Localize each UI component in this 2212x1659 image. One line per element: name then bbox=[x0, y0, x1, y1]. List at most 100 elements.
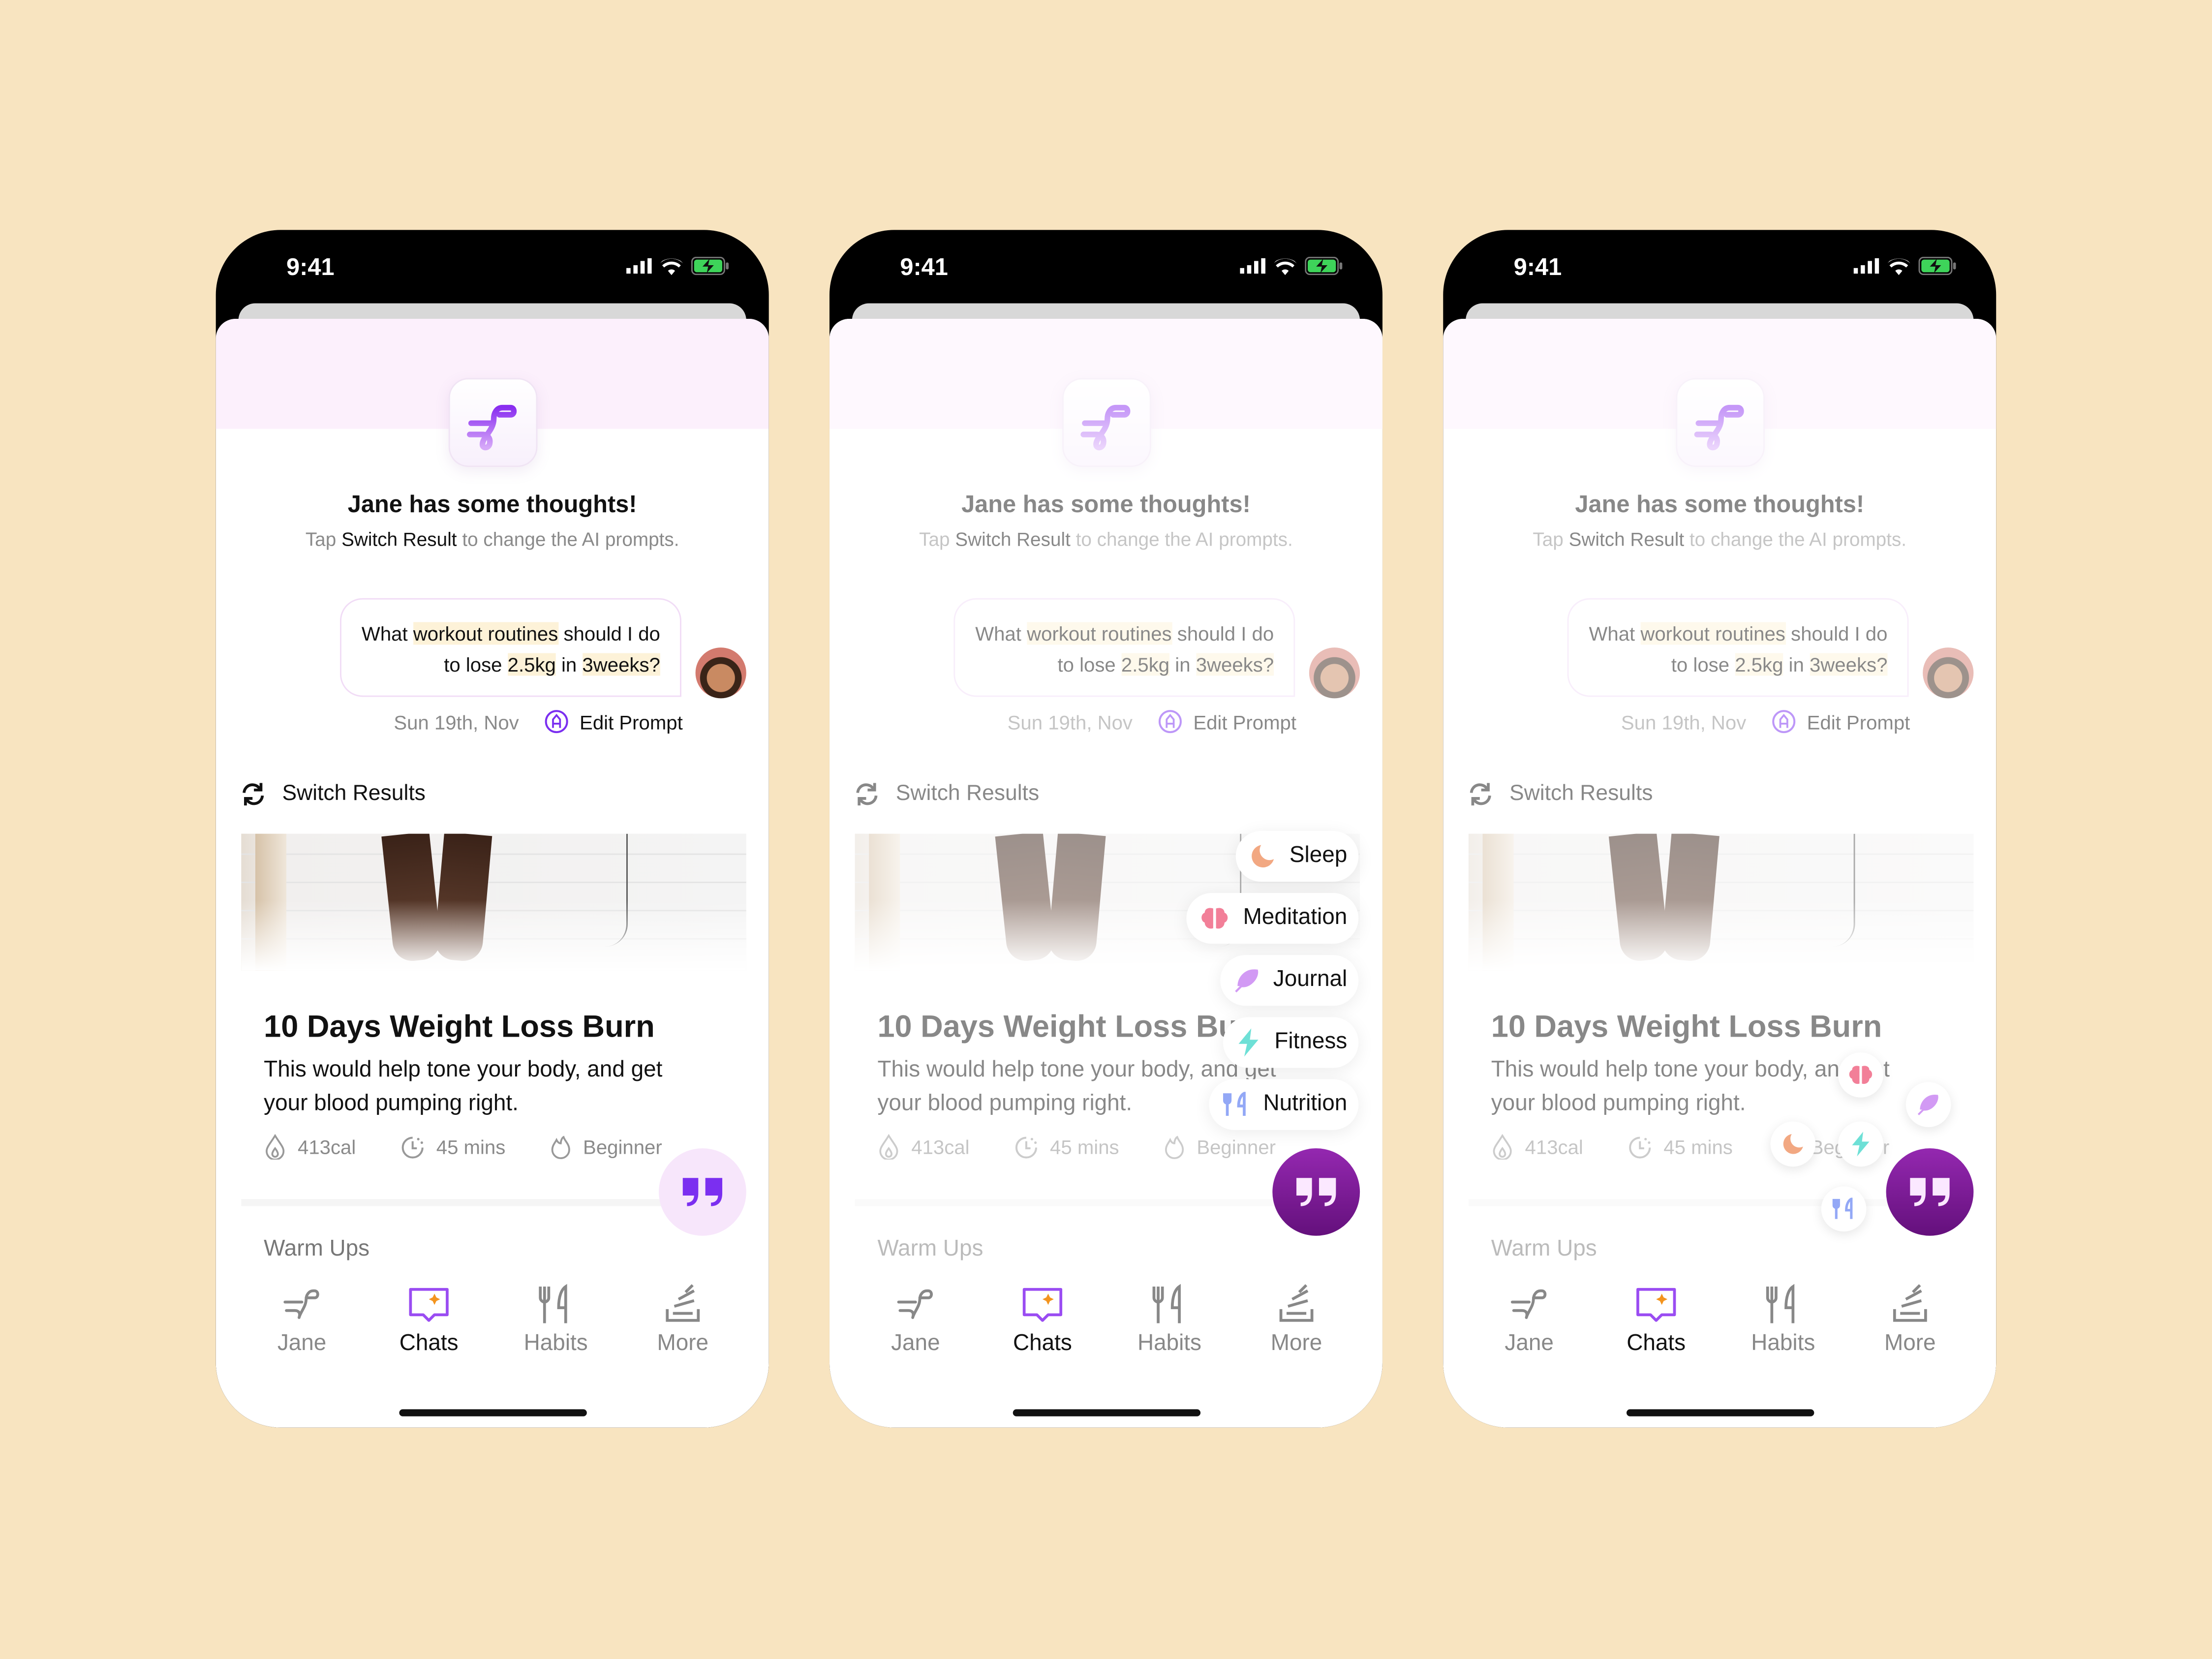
arc-item-meditation[interactable] bbox=[1838, 1052, 1883, 1098]
calorie-drop-icon bbox=[266, 1134, 285, 1160]
phone-menu: 9:41 Jane has some thoughts! Tap Switch … bbox=[829, 230, 1382, 1428]
tab-habits[interactable]: Habits bbox=[1720, 1284, 1846, 1357]
feather-icon bbox=[1917, 1095, 1938, 1115]
quote-fab-button[interactable] bbox=[1272, 1148, 1360, 1236]
tab-chats[interactable]: Chats bbox=[1593, 1284, 1720, 1357]
tab-jane[interactable]: Jane bbox=[239, 1284, 366, 1357]
quote-icon bbox=[1910, 1178, 1950, 1206]
menu-label: Journal bbox=[1273, 967, 1348, 992]
tab-bar: Jane Chats Habits More bbox=[239, 1284, 746, 1357]
tab-label: Chats bbox=[1013, 1331, 1072, 1356]
status-time: 9:41 bbox=[900, 254, 948, 281]
avatar bbox=[695, 647, 746, 699]
arc-item-fitness[interactable] bbox=[1838, 1121, 1883, 1167]
quote-icon bbox=[682, 1178, 723, 1206]
stack-icon bbox=[1279, 1284, 1314, 1322]
status-icons bbox=[1853, 256, 1957, 276]
prompt-meta: Sun 19th, Nov Edit Prompt bbox=[216, 709, 683, 734]
tab-more[interactable]: More bbox=[1233, 1284, 1360, 1357]
quote-fab-button[interactable] bbox=[1886, 1148, 1974, 1236]
prompt-bubble: What workout routines should I do to los… bbox=[340, 598, 681, 697]
menu-label: Meditation bbox=[1243, 905, 1348, 930]
chat-sparkle-icon bbox=[1022, 1288, 1063, 1322]
quote-icon bbox=[1296, 1178, 1336, 1206]
menu-item-sleep[interactable]: Sleep bbox=[1235, 830, 1359, 882]
section-label: Warm Ups bbox=[264, 1237, 370, 1261]
chat-result-sheet: Jane has some thoughts! Tap Switch Resul… bbox=[215, 319, 769, 1428]
jane-logo-icon bbox=[1510, 1289, 1547, 1319]
edit-prompt-button[interactable]: Edit Prompt bbox=[580, 710, 683, 733]
tab-label: More bbox=[1270, 1331, 1322, 1356]
menu-item-nutrition[interactable]: Nutrition bbox=[1209, 1079, 1359, 1130]
battery-charging-icon bbox=[1305, 256, 1343, 276]
tab-jane[interactable]: Jane bbox=[852, 1284, 979, 1357]
lightning-icon bbox=[1239, 1028, 1259, 1057]
chat-result-sheet: Jane has some thoughts! Tap Switch Resul… bbox=[829, 319, 1382, 1428]
brain-icon bbox=[1849, 1066, 1873, 1084]
tab-more[interactable]: More bbox=[1846, 1284, 1973, 1357]
home-indicator[interactable] bbox=[1626, 1409, 1814, 1416]
tab-jane[interactable]: Jane bbox=[1466, 1284, 1593, 1357]
workout-duration: 45 mins bbox=[436, 1136, 506, 1159]
jane-logo bbox=[448, 378, 538, 467]
arc-item-journal[interactable] bbox=[1905, 1082, 1951, 1127]
prompt-text: What bbox=[361, 622, 413, 645]
prompt-text: to lose bbox=[444, 653, 508, 676]
workout-meta: 413cal 45 mins Beginner bbox=[264, 1134, 662, 1160]
quote-fab-button[interactable] bbox=[659, 1148, 746, 1236]
signal-icon bbox=[1240, 258, 1265, 274]
subtitle-emphasis: Switch Result bbox=[341, 529, 457, 551]
tab-label: Jane bbox=[277, 1331, 327, 1356]
menu-item-journal[interactable]: Journal bbox=[1219, 955, 1359, 1006]
jane-logo-icon bbox=[897, 1289, 933, 1319]
jane-logo-icon bbox=[283, 1289, 319, 1319]
menu-label: Nutrition bbox=[1263, 1092, 1348, 1116]
home-indicator[interactable] bbox=[1013, 1409, 1201, 1416]
battery-charging-icon bbox=[1918, 256, 1956, 276]
wifi-icon bbox=[1274, 258, 1297, 275]
switch-results-button[interactable]: Switch Results bbox=[241, 781, 426, 807]
wifi-icon bbox=[1887, 258, 1910, 275]
menu-label: Fitness bbox=[1274, 1030, 1348, 1054]
menu-item-meditation[interactable]: Meditation bbox=[1186, 893, 1359, 944]
workout-image bbox=[241, 833, 746, 971]
tab-habits[interactable]: Habits bbox=[1106, 1284, 1233, 1357]
refresh-icon bbox=[243, 783, 264, 806]
fork-knife-icon bbox=[1766, 1284, 1795, 1323]
moon-icon bbox=[1252, 845, 1274, 868]
chat-result-sheet: Jane has some thoughts! Tap Switch Resul… bbox=[1443, 319, 1997, 1428]
tab-label: Habits bbox=[1137, 1331, 1201, 1356]
stack-icon bbox=[666, 1284, 700, 1322]
status-icons bbox=[1240, 256, 1343, 276]
arc-item-nutrition[interactable] bbox=[1821, 1186, 1867, 1232]
tab-chats[interactable]: Chats bbox=[979, 1284, 1106, 1357]
lightning-icon bbox=[1852, 1132, 1870, 1157]
tab-chats[interactable]: Chats bbox=[366, 1284, 492, 1357]
fork-knife-icon bbox=[1152, 1284, 1181, 1323]
wifi-icon bbox=[660, 258, 683, 275]
fork-knife-icon bbox=[1224, 1092, 1247, 1116]
workout-title: 10 Days Weight Loss Burn bbox=[264, 1009, 655, 1044]
prompt-highlight: 3weeks? bbox=[582, 653, 660, 676]
fork-knife-icon bbox=[539, 1284, 567, 1323]
prompt-date: Sun 19th, Nov bbox=[394, 710, 519, 733]
tab-habits[interactable]: Habits bbox=[492, 1284, 619, 1357]
signal-icon bbox=[1853, 258, 1879, 274]
status-time: 9:41 bbox=[286, 254, 335, 281]
tab-label: Jane bbox=[891, 1331, 940, 1356]
chat-sparkle-icon bbox=[1636, 1288, 1676, 1322]
workout-description: This would help tone your body, and get … bbox=[264, 1058, 663, 1116]
tab-more[interactable]: More bbox=[619, 1284, 746, 1357]
moon-icon bbox=[1783, 1134, 1803, 1154]
workout-calories: 413cal bbox=[298, 1136, 356, 1159]
arc-item-sleep[interactable] bbox=[1770, 1121, 1816, 1167]
clock-icon bbox=[402, 1136, 424, 1158]
dim-overlay[interactable] bbox=[1443, 319, 1997, 1428]
menu-item-fitness[interactable]: Fitness bbox=[1224, 1017, 1359, 1068]
tab-label: More bbox=[1884, 1331, 1936, 1356]
chat-sparkle-icon bbox=[409, 1288, 449, 1322]
home-indicator[interactable] bbox=[399, 1409, 587, 1416]
prompt-text: should I do bbox=[558, 622, 660, 645]
edit-icon[interactable] bbox=[544, 709, 568, 734]
phone-arc: 9:41 Jane has some thoughts! Tap Switch … bbox=[1443, 230, 1997, 1428]
